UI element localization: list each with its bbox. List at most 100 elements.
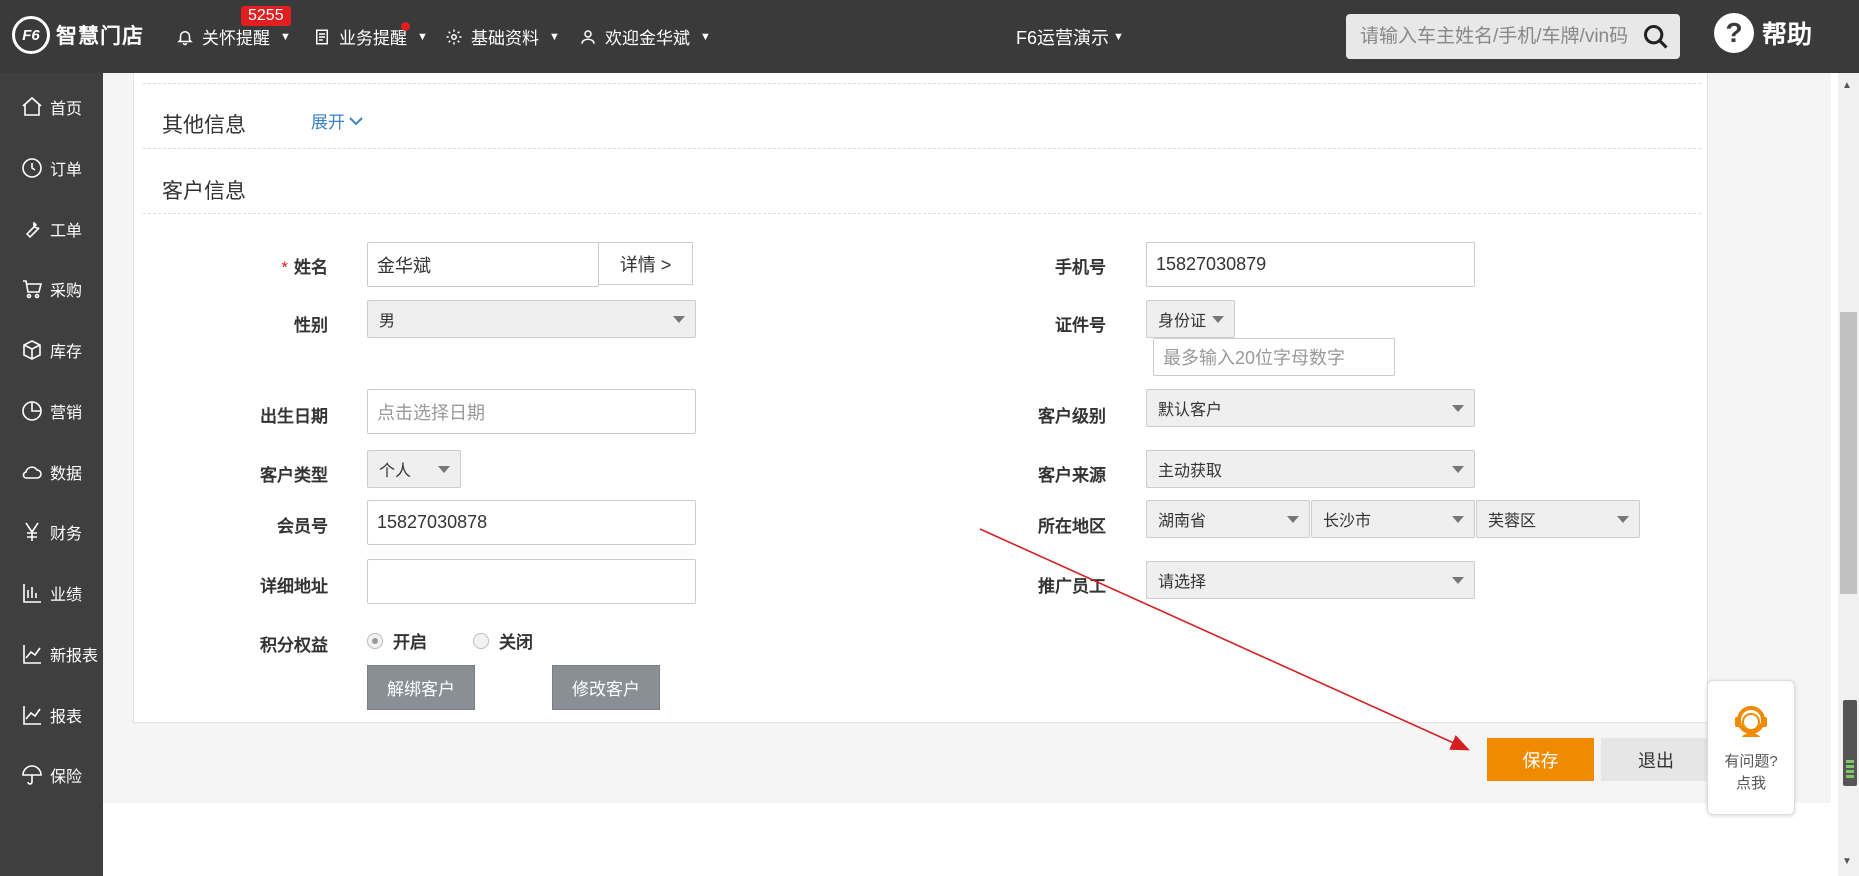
sidebar-item-home[interactable]: 首页: [0, 82, 103, 132]
sidebar-item-new-report[interactable]: 新报表: [0, 629, 103, 679]
store-switcher[interactable]: F6运营演示 ▼: [1016, 24, 1124, 50]
customer-type-select[interactable]: 个人: [367, 450, 461, 488]
sidebar-item-label: 新报表: [50, 648, 99, 665]
radio-selected-icon: [367, 632, 383, 649]
logo-text: 智慧门店: [56, 25, 144, 48]
province-select[interactable]: 湖南省: [1146, 500, 1310, 538]
member-number-field[interactable]: 15827030878: [367, 500, 696, 545]
scrollbar-thumb[interactable]: [1840, 312, 1857, 594]
promoter-label: 推广员工: [1038, 577, 1106, 596]
care-reminder-count-badge: 5255: [241, 6, 291, 26]
customer-source-value: 主动获取: [1158, 463, 1223, 480]
chevron-down-icon: [349, 116, 363, 125]
section-divider: [143, 148, 1701, 149]
section-title-other-info: 其他信息: [162, 114, 246, 137]
expand-label: 展开: [311, 113, 345, 132]
expand-toggle[interactable]: 展开: [311, 108, 363, 133]
district-select[interactable]: 芙蓉区: [1476, 500, 1640, 538]
gender-value: 男: [379, 313, 396, 330]
address-field[interactable]: [367, 559, 696, 604]
sidebar-item-label: 订单: [50, 162, 83, 179]
city-select[interactable]: 长沙市: [1311, 500, 1475, 538]
chevron-down-icon: ▼: [417, 30, 428, 43]
points-label: 积分权益: [260, 636, 328, 655]
dropdown-arrow-icon: [1452, 516, 1464, 523]
chevron-down-icon: ▼: [280, 30, 291, 43]
customer-type-value: 个人: [379, 463, 412, 480]
sidebar-item-orders[interactable]: 订单: [0, 143, 103, 193]
nav-care-reminder[interactable]: 关怀提醒 ▼: [176, 24, 291, 49]
app-logo[interactable]: F6 智慧门店: [12, 16, 144, 54]
dropdown-arrow-icon: [1452, 405, 1464, 412]
unbind-customer-button[interactable]: 解绑客户: [367, 665, 475, 710]
nav-care-reminder-label: 关怀提醒: [202, 29, 270, 48]
sidebar-item-report[interactable]: 报表: [0, 690, 103, 740]
id-number-label: 证件号: [1055, 316, 1106, 335]
name-field[interactable]: 金华斌: [367, 242, 599, 287]
address-label: 详细地址: [260, 577, 328, 596]
main-content-bottom: [103, 803, 1831, 876]
chevron-down-icon: ▼: [700, 30, 711, 43]
sidebar-item-insurance[interactable]: 保险: [0, 750, 103, 800]
dropdown-arrow-icon: [1617, 516, 1629, 523]
umbrella-icon: [22, 765, 42, 785]
id-type-select[interactable]: 身份证: [1146, 300, 1235, 338]
nav-business-reminder[interactable]: 业务提醒 ▼: [313, 24, 428, 49]
line-chart-icon: [23, 645, 41, 664]
gender-select[interactable]: 男: [367, 300, 696, 338]
customer-type-label: 客户类型: [260, 466, 328, 485]
phone-field[interactable]: 15827030879: [1146, 242, 1475, 287]
headset-agent-icon: [1735, 706, 1767, 737]
search-input[interactable]: [1346, 14, 1636, 59]
gender-label: 性别: [294, 316, 328, 335]
sidebar-item-marketing[interactable]: 营销: [0, 386, 103, 436]
nav-business-reminder-label: 业务提醒: [339, 29, 407, 48]
modify-customer-button[interactable]: 修改客户: [552, 665, 660, 710]
clock-icon: [22, 158, 42, 178]
sidebar-item-workorder[interactable]: 工单: [0, 204, 103, 254]
phone-label: 手机号: [1055, 258, 1106, 277]
sidebar-item-label: 首页: [50, 101, 83, 118]
scroll-up-arrow-icon[interactable]: ▲: [1842, 80, 1852, 91]
line-chart-icon: [23, 706, 41, 725]
help-label: 帮助: [1762, 21, 1813, 49]
section-title-customer-info: 客户信息: [162, 180, 246, 203]
scroll-down-arrow-icon[interactable]: ▼: [1842, 856, 1852, 867]
nav-basic-data[interactable]: 基础资料 ▼: [445, 24, 560, 49]
customer-support-widget[interactable]: 有问题? 点我: [1707, 680, 1795, 815]
sidebar-item-label: 营销: [50, 405, 83, 422]
sidebar-item-purchase[interactable]: 采购: [0, 264, 103, 314]
global-search: [1346, 14, 1680, 59]
id-type-value: 身份证: [1158, 313, 1207, 330]
dropdown-arrow-icon: [1287, 516, 1299, 523]
help-button[interactable]: ? 帮助: [1714, 13, 1812, 53]
sidebar-item-finance[interactable]: 财务: [0, 507, 103, 557]
sidebar-item-performance[interactable]: 业绩: [0, 568, 103, 618]
sidebar-item-data[interactable]: 数据: [0, 447, 103, 497]
customer-source-select[interactable]: 主动获取: [1146, 450, 1475, 488]
promoter-select[interactable]: 请选择: [1146, 561, 1475, 599]
customer-level-select[interactable]: 默认客户: [1146, 389, 1475, 427]
birth-date-field[interactable]: 点击选择日期: [367, 389, 696, 434]
points-on-radio[interactable]: 开启: [367, 628, 427, 653]
save-button[interactable]: 保存: [1487, 738, 1594, 781]
member-number-label: 会员号: [277, 517, 328, 536]
points-off-radio[interactable]: 关闭: [473, 628, 533, 653]
box-icon: [23, 340, 41, 360]
id-number-field[interactable]: 最多输入20位字母数字: [1153, 338, 1395, 376]
sidebar-item-inventory[interactable]: 库存: [0, 325, 103, 375]
exit-button[interactable]: 退出: [1601, 738, 1711, 781]
search-icon[interactable]: [1642, 23, 1670, 51]
pie-icon: [22, 401, 42, 421]
customer-detail-button[interactable]: 详情 >: [598, 242, 693, 285]
points-on-label: 开启: [393, 633, 427, 652]
region-label: 所在地区: [1038, 517, 1106, 536]
side-floating-widget[interactable]: [1843, 700, 1857, 786]
nav-basic-data-label: 基础资料: [471, 29, 539, 48]
promoter-value: 请选择: [1158, 574, 1207, 591]
cart-icon: [23, 280, 43, 299]
customer-source-label: 客户来源: [1038, 466, 1106, 485]
nav-user-menu[interactable]: 欢迎金华斌 ▼: [579, 24, 711, 49]
section-divider: [143, 83, 1701, 84]
dropdown-arrow-icon: [438, 466, 450, 473]
